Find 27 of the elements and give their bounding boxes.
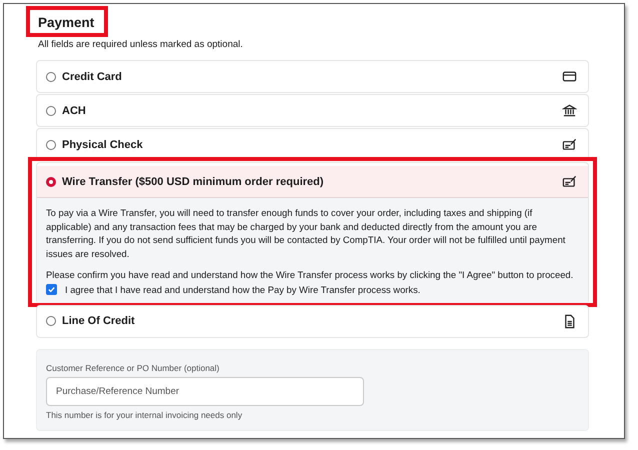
radio-button[interactable] — [46, 106, 56, 116]
payment-option[interactable]: ACH — [36, 94, 589, 127]
radio-button[interactable] — [46, 140, 56, 150]
payment-option[interactable]: Credit Card — [36, 60, 589, 93]
document-icon — [562, 314, 577, 328]
checkbox[interactable] — [46, 284, 57, 294]
bank-icon — [562, 103, 577, 118]
option-label: Wire Transfer ($500 USD minimum order required) — [62, 176, 325, 188]
option-label: ACH — [62, 104, 87, 116]
required-note: All fields are required unless marked as optional. — [38, 39, 244, 50]
help-text: This number is for your internal invoicing needs only — [46, 410, 244, 420]
section-heading: Payment — [37, 14, 96, 32]
card-icon — [562, 69, 577, 84]
payment-option[interactable]: Line Of Credit — [36, 304, 589, 338]
checkbox-label: I agree that I have read and understand how the Pay by Wire Transfer process works. — [65, 284, 420, 294]
cheque-icon — [562, 174, 577, 189]
radio-button[interactable] — [46, 72, 56, 82]
radio-button[interactable] — [46, 176, 56, 186]
option-label: Line Of Credit — [62, 315, 136, 327]
option-label: Physical Check — [62, 138, 144, 150]
option-label: Credit Card — [62, 70, 123, 82]
details-text: Please confirm you have read and understand how the Wire Transfer process works by clicking the "I Agree" button to proceed. — [46, 268, 574, 282]
input-field[interactable]: Purchase/Reference Number — [46, 376, 364, 406]
cheque-icon — [562, 137, 577, 152]
details-text: To pay via a Wire Transfer, you will need to transfer enough funds to cover your order, including taxes and shipping (if applicable) and any transaction fees that may be charged by your bank and deducted directly from the amount you are transferring. If you do not send sufficient funds you will be contacted by CompTIA. Your order will not be fulfilled until payment issues are resolved. — [46, 206, 566, 260]
radio-button[interactable] — [46, 316, 56, 326]
field-label: Customer Reference or PO Number (optional) — [46, 362, 220, 372]
